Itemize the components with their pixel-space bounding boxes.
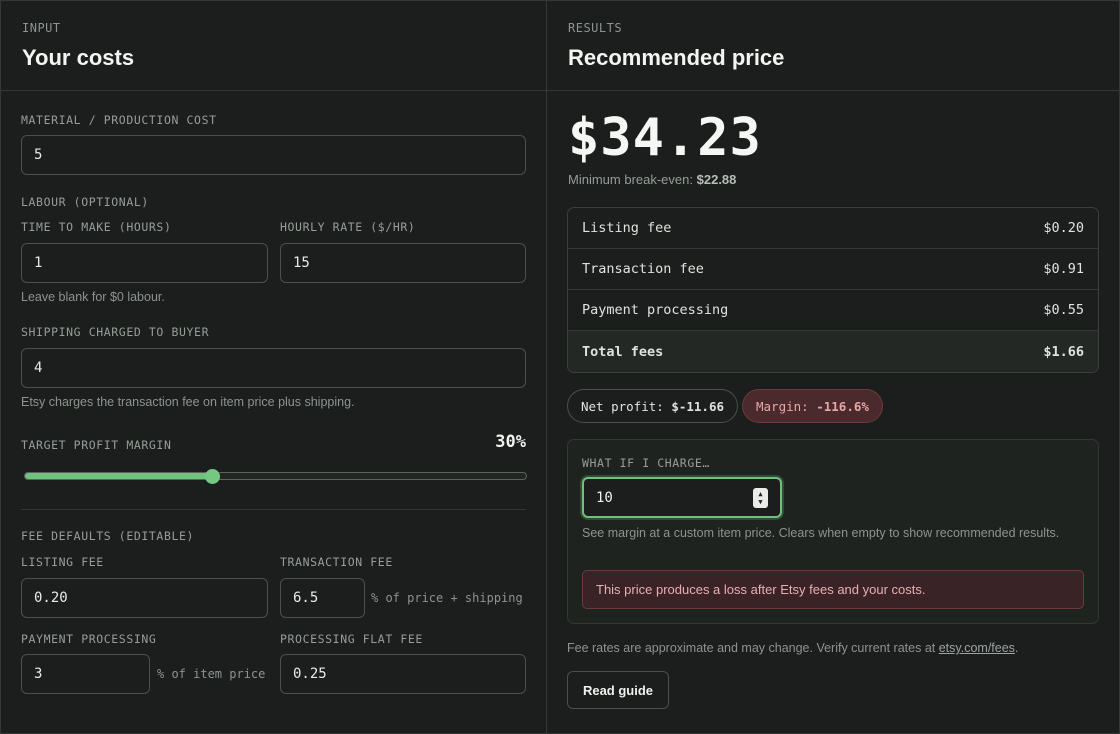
stepper-icon[interactable]: ▲ ▼ <box>753 488 768 508</box>
transaction-fee-suffix: % of price + shipping <box>371 591 523 605</box>
fee-divider <box>21 509 526 510</box>
fee-row-label: Total fees <box>582 343 664 360</box>
fee-note-text: Fee rates are approximate and may change… <box>567 641 936 655</box>
shipping-input[interactable]: 4 <box>21 348 526 388</box>
margin-slider-fill <box>25 473 214 479</box>
fee-row-label: Listing fee <box>582 220 672 236</box>
what-if-hint: See margin at a custom item price. Clear… <box>582 526 1060 540</box>
payment-label: PAYMENT PROCESSING <box>21 632 157 646</box>
margin-slider-track[interactable] <box>24 472 527 480</box>
breakeven: Minimum break-even: $22.88 <box>568 172 736 187</box>
fee-total-row: Total fees $1.66 <box>568 331 1098 372</box>
listing-fee-label: LISTING FEE <box>21 555 104 569</box>
time-label: TIME TO MAKE (HOURS) <box>21 220 172 234</box>
input-header: INPUT Your costs <box>1 1 546 91</box>
results-kicker: RESULTS <box>568 21 623 35</box>
margin-label: TARGET PROFIT MARGIN <box>21 438 172 452</box>
fee-row-value: $0.55 <box>1043 302 1084 318</box>
flat-fee-input[interactable]: 0.25 <box>280 654 526 694</box>
net-profit-label: Net profit: <box>581 398 664 414</box>
shipping-hint: Etsy charges the transaction fee on item… <box>21 395 355 409</box>
fees-table: Listing fee $0.20 Transaction fee $0.91 … <box>567 207 1099 373</box>
margin-badge: Margin: -116.6% <box>742 389 883 423</box>
rate-input[interactable]: 15 <box>280 243 526 283</box>
margin-badge-value: -116.6% <box>816 398 869 414</box>
fee-defaults-label: FEE DEFAULTS (EDITABLE) <box>21 529 195 543</box>
fee-row-label: Transaction fee <box>582 261 704 277</box>
rate-label: HOURLY RATE ($/HR) <box>280 220 416 234</box>
what-if-label: WHAT IF I CHARGE… <box>582 456 710 470</box>
fee-row-value: $0.91 <box>1043 261 1084 277</box>
net-profit-badge: Net profit: $-11.66 <box>567 389 739 423</box>
loss-alert: This price produces a loss after Etsy fe… <box>582 570 1084 609</box>
fee-row-value: $1.66 <box>1043 343 1084 360</box>
results-title: Recommended price <box>568 45 785 70</box>
breakeven-label: Minimum break-even: <box>568 172 693 187</box>
read-guide-button[interactable]: Read guide <box>567 671 669 709</box>
margin-value: 30% <box>495 432 526 452</box>
labour-label: LABOUR (OPTIONAL) <box>21 195 149 209</box>
input-title: Your costs <box>22 45 135 70</box>
transaction-fee-input[interactable]: 6.5 <box>280 578 365 618</box>
fee-note-end: . <box>1014 641 1019 655</box>
fee-row: Payment processing $0.55 <box>568 290 1098 331</box>
time-input[interactable]: 1 <box>21 243 268 283</box>
results-header: RESULTS Recommended price <box>547 1 1119 91</box>
material-label: MATERIAL / PRODUCTION COST <box>21 113 217 127</box>
net-profit-value: $-11.66 <box>671 398 725 414</box>
shipping-label: SHIPPING CHARGED TO BUYER <box>21 325 210 339</box>
payment-input[interactable]: 3 <box>21 654 150 694</box>
fee-row-value: $0.20 <box>1043 220 1084 236</box>
fee-row: Listing fee $0.20 <box>568 208 1098 249</box>
material-input[interactable]: 5 <box>21 135 526 175</box>
breakeven-value: $22.88 <box>696 172 737 187</box>
fee-row: Transaction fee $0.91 <box>568 249 1098 290</box>
etsy-fees-link[interactable]: etsy.com/fees <box>939 641 1015 655</box>
fee-row-label: Payment processing <box>582 302 729 318</box>
recommended-price: $34.23 <box>568 108 762 168</box>
margin-badge-label: Margin: <box>756 398 809 414</box>
labour-hint: Leave blank for $0 labour. <box>21 290 165 304</box>
payment-suffix: % of item price <box>157 667 266 681</box>
what-if-input[interactable]: 10 ▲ ▼ <box>582 477 782 518</box>
input-kicker: INPUT <box>22 21 61 35</box>
transaction-fee-label: TRANSACTION FEE <box>280 555 393 569</box>
flat-fee-label: PROCESSING FLAT FEE <box>280 632 423 646</box>
fee-note: Fee rates are approximate and may change… <box>567 641 1018 655</box>
what-if-value: 10 <box>596 489 613 506</box>
listing-fee-input[interactable]: 0.20 <box>21 578 268 618</box>
